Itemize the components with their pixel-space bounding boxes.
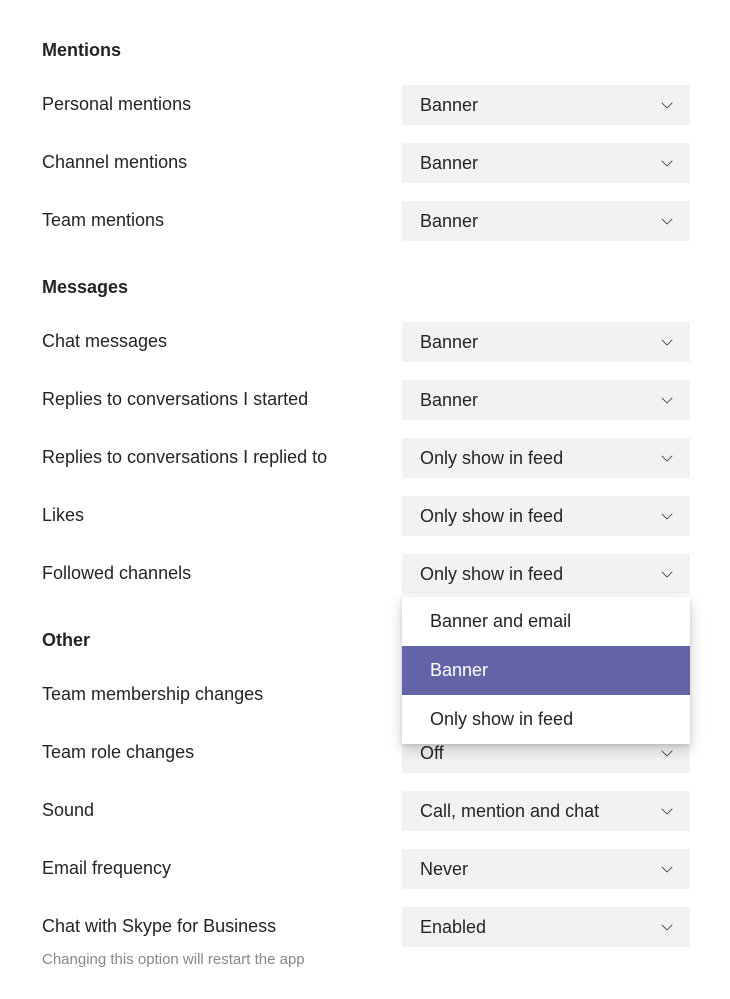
label-likes: Likes — [42, 504, 402, 527]
label-email-frequency: Email frequency — [42, 857, 402, 880]
row-replies-started: Replies to conversations I started Banne… — [42, 380, 690, 420]
row-likes: Likes Only show in feed — [42, 496, 690, 536]
dropdown-sound[interactable]: Call, mention and chat — [402, 791, 690, 831]
chevron-down-icon — [658, 96, 676, 114]
dropdown-likes[interactable]: Only show in feed — [402, 496, 690, 536]
label-replies-started: Replies to conversations I started — [42, 388, 402, 411]
dropdown-value: Banner — [420, 332, 478, 353]
row-email-frequency: Email frequency Never — [42, 849, 690, 889]
dropdown-value: Banner — [420, 95, 478, 116]
row-chat-messages: Chat messages Banner — [42, 322, 690, 362]
dropdown-value: Enabled — [420, 917, 486, 938]
dropdown-value: Never — [420, 859, 468, 880]
chevron-down-icon — [658, 391, 676, 409]
section-heading-messages: Messages — [42, 277, 690, 298]
row-team-mentions: Team mentions Banner — [42, 201, 690, 241]
dropdown-replies-started[interactable]: Banner — [402, 380, 690, 420]
label-team-membership: Team membership changes — [42, 683, 402, 706]
chevron-down-icon — [658, 802, 676, 820]
row-followed-channels: Followed channels Only show in feed — [42, 554, 690, 594]
dropdown-skype-chat[interactable]: Enabled — [402, 907, 690, 947]
label-channel-mentions: Channel mentions — [42, 151, 402, 174]
section-messages: Messages Chat messages Banner Replies to… — [42, 277, 690, 594]
label-followed-channels: Followed channels — [42, 562, 402, 585]
label-replies-replied: Replies to conversations I replied to — [42, 446, 402, 469]
label-personal-mentions: Personal mentions — [42, 93, 402, 116]
dropdown-email-frequency[interactable]: Never — [402, 849, 690, 889]
row-replies-replied: Replies to conversations I replied to On… — [42, 438, 690, 478]
section-heading-mentions: Mentions — [42, 40, 690, 61]
dropdown-team-mentions[interactable]: Banner — [402, 201, 690, 241]
row-personal-mentions: Personal mentions Banner — [42, 85, 690, 125]
dropdown-replies-replied[interactable]: Only show in feed — [402, 438, 690, 478]
dropdown-personal-mentions[interactable]: Banner — [402, 85, 690, 125]
chevron-down-icon — [658, 565, 676, 583]
dropdown-value: Banner — [420, 153, 478, 174]
chevron-down-icon — [658, 333, 676, 351]
dropdown-value: Banner — [420, 390, 478, 411]
chevron-down-icon — [658, 449, 676, 467]
label-skype-chat: Chat with Skype for Business — [42, 915, 402, 938]
dropdown-chat-messages[interactable]: Banner — [402, 322, 690, 362]
dropdown-value: Only show in feed — [420, 506, 563, 527]
skype-chat-subtext: Changing this option will restart the ap… — [42, 951, 690, 968]
dropdown-value: Banner — [420, 211, 478, 232]
row-sound: Sound Call, mention and chat — [42, 791, 690, 831]
chevron-down-icon — [658, 154, 676, 172]
dropdown-channel-mentions[interactable]: Banner — [402, 143, 690, 183]
dropdown-followed-channels[interactable]: Only show in feed — [402, 554, 690, 594]
row-skype-chat: Chat with Skype for Business Enabled — [42, 907, 690, 947]
chevron-down-icon — [658, 507, 676, 525]
chevron-down-icon — [658, 744, 676, 762]
dropdown-value: Call, mention and chat — [420, 801, 599, 822]
dropdown-value: Only show in feed — [420, 448, 563, 469]
label-team-mentions: Team mentions — [42, 209, 402, 232]
dropdown-value: Only show in feed — [420, 564, 563, 585]
chevron-down-icon — [658, 212, 676, 230]
dropdown-menu-followed-channels[interactable]: Banner and email Banner Only show in fee… — [402, 597, 690, 744]
label-chat-messages: Chat messages — [42, 330, 402, 353]
section-mentions: Mentions Personal mentions Banner Channe… — [42, 40, 690, 241]
dropdown-option[interactable]: Only show in feed — [402, 695, 690, 744]
dropdown-option[interactable]: Banner and email — [402, 597, 690, 646]
label-team-role: Team role changes — [42, 741, 402, 764]
dropdown-value: Off — [420, 743, 444, 764]
chevron-down-icon — [658, 918, 676, 936]
dropdown-option-selected[interactable]: Banner — [402, 646, 690, 695]
chevron-down-icon — [658, 860, 676, 878]
label-sound: Sound — [42, 799, 402, 822]
row-channel-mentions: Channel mentions Banner — [42, 143, 690, 183]
